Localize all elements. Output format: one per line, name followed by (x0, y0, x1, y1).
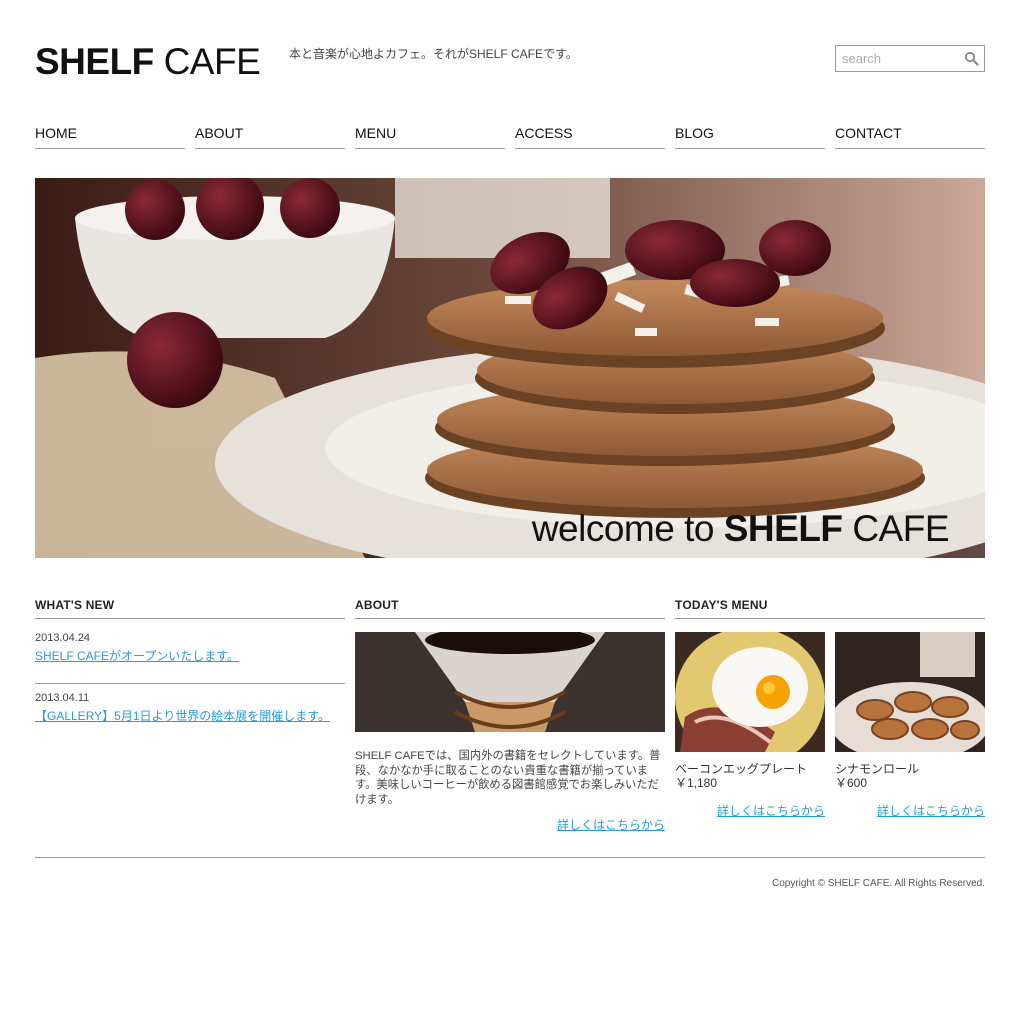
news-date: 2013.04.24 (35, 632, 91, 644)
nav-home[interactable]: HOME (35, 124, 185, 149)
search-input[interactable] (836, 46, 962, 71)
copyright: Copyright © SHELF CAFE. All Rights Reser… (772, 878, 985, 889)
news-date: 2013.04.11 (35, 692, 90, 704)
hero-caption-light: CAFE (852, 508, 949, 549)
about-text: SHELF CAFEでは、国内外の書籍をセレクトしています。普段、なかなか手に取… (355, 750, 661, 806)
menu-item-name: ベーコンエッグプレート (675, 762, 808, 776)
menu-more-link[interactable]: 詳しくはこちらから (877, 802, 985, 819)
menu-item-name: シナモンロール (835, 762, 920, 776)
news-divider (35, 683, 345, 684)
search-icon[interactable] (964, 51, 979, 66)
hero-caption-pre: welcome to (531, 508, 715, 549)
nav-contact[interactable]: CONTACT (835, 124, 985, 149)
hero-image: welcome to SHELF CAFE (35, 178, 985, 558)
footer-divider (35, 857, 985, 858)
tagline: 本と音楽が心地よカフェ。それがSHELF CAFEです。 (289, 47, 578, 61)
coffee-photo (355, 632, 665, 732)
menu-image-bacon-egg[interactable] (675, 632, 825, 752)
news-link[interactable]: 【GALLERY】5月1日より世界の絵本展を開催します。 (35, 707, 330, 724)
hero-caption-bold: SHELF (723, 508, 843, 549)
menu-item-price: ￥600 (835, 776, 868, 790)
nav-menu[interactable]: MENU (355, 124, 505, 149)
menu-more-link[interactable]: 詳しくはこちらから (717, 802, 825, 819)
about-title: ABOUT (355, 598, 665, 619)
logo-bold-text: SHELF (35, 41, 154, 82)
whats-new-title: WHAT'S NEW (35, 598, 345, 619)
menu-item-price: ￥1,180 (675, 776, 718, 790)
about-more-link[interactable]: 詳しくはこちらから (557, 816, 665, 833)
nav-blog[interactable]: BLOG (675, 124, 825, 149)
bacon-egg-photo (675, 632, 825, 752)
about-image (355, 632, 665, 732)
todays-menu-title: TODAY'S MENU (675, 598, 985, 619)
pancake-photo (35, 178, 985, 558)
site-logo[interactable]: SHELF CAFE (35, 40, 261, 84)
nav-access[interactable]: ACCESS (515, 124, 665, 149)
logo-light-text: CAFE (163, 41, 261, 82)
menu-image-cinnamon-roll[interactable] (835, 632, 985, 752)
hero-caption: welcome to SHELF CAFE (531, 508, 950, 550)
nav-about[interactable]: ABOUT (195, 124, 345, 149)
cinnamon-roll-photo (835, 632, 985, 752)
news-link[interactable]: SHELF CAFEがオープンいたします。 (35, 647, 239, 664)
search-box[interactable] (835, 45, 985, 72)
